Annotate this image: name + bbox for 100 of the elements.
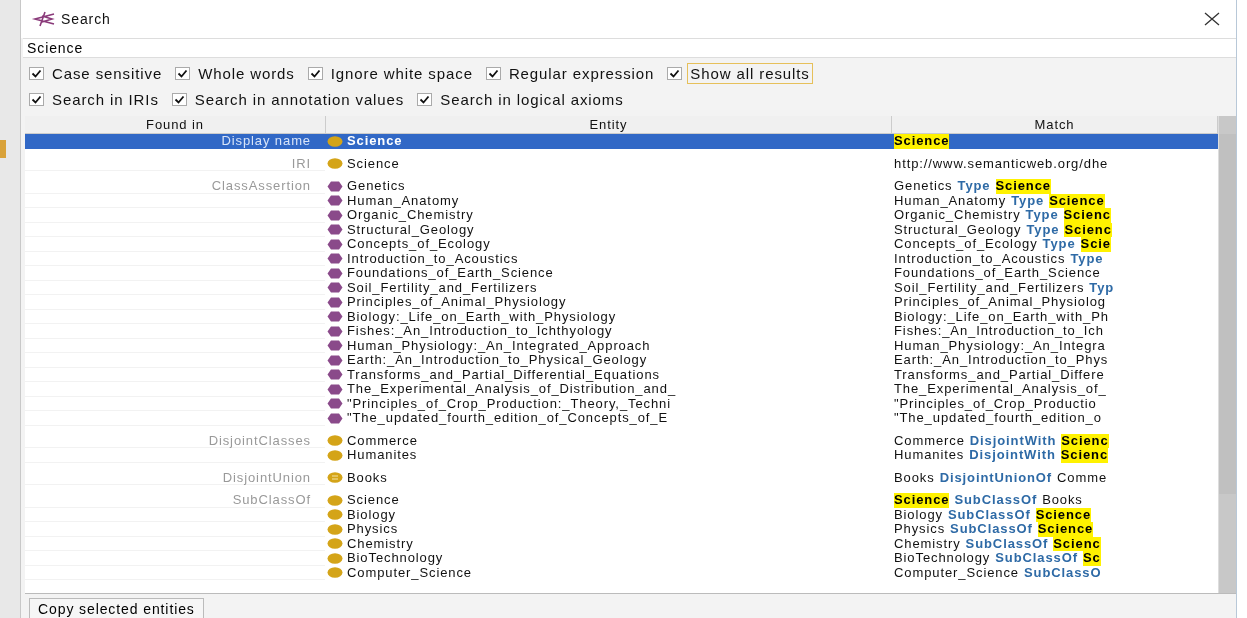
entity-name: "The_updated_fourth_edition_of_Concepts_of_E <box>347 411 669 426</box>
axiom-keyword: Type <box>957 179 991 194</box>
match-text: Human_Physiology:_An_Integra <box>894 338 1106 353</box>
entity-name: Commerce <box>347 433 418 448</box>
match-text: "Principles_of_Crop_Productio <box>894 396 1097 411</box>
option-label[interactable]: Search in annotation values <box>191 89 408 110</box>
axiom-keyword: SubClassOf <box>954 493 1038 508</box>
app-logo-icon <box>31 11 55 27</box>
checkbox[interactable] <box>417 93 433 106</box>
result-row[interactable]: Display name Science Science <box>25 134 1218 149</box>
option-label[interactable]: Ignore white space <box>327 63 476 84</box>
axiom-keyword: SubClassOf <box>995 551 1078 566</box>
entity-name: Computer_Science <box>347 565 472 580</box>
match-text: Biology:_Life_on_Earth_with_Ph <box>894 309 1109 324</box>
match-text: Books <box>894 470 935 485</box>
match-text: Chemistry <box>894 536 961 551</box>
entity-name: Books <box>347 470 388 485</box>
class-icon <box>327 435 343 447</box>
match-text: BioTechnology <box>894 551 991 566</box>
entity-name: Human_Physiology:_An_Integrated_Approach <box>347 338 651 353</box>
option-label[interactable]: Case sensitive <box>49 63 166 84</box>
scrollbar-thumb[interactable] <box>1219 134 1236 494</box>
axiom-keyword: DisjointWith <box>969 433 1057 448</box>
option-label[interactable]: Whole words <box>195 63 298 84</box>
axiom-keyword: Type <box>1070 251 1104 266</box>
found-in-label: Display name <box>221 133 311 148</box>
match-highlight: Sc <box>1082 551 1101 566</box>
entity-name: Concepts_of_Ecology <box>347 237 491 252</box>
match-text: Human_Anatomy <box>894 193 1007 208</box>
defined-class-icon <box>327 472 343 484</box>
entity-name: Physics <box>347 522 399 537</box>
match-text: Earth:_An_Introduction_to_Phys <box>894 353 1109 368</box>
class-icon <box>327 567 343 579</box>
entity-name: Genetics <box>347 179 406 194</box>
entity-name: Biology <box>347 507 396 522</box>
entity-name: Biology:_Life_on_Earth_with_Physiology <box>347 309 617 324</box>
class-icon <box>327 552 343 564</box>
tab-marker <box>0 140 6 158</box>
class-icon <box>327 494 343 506</box>
match-highlight: Science <box>995 179 1051 194</box>
entity-name: Chemistry <box>347 536 414 551</box>
checkbox[interactable] <box>667 67 683 80</box>
entity-name: Science <box>347 493 400 508</box>
entity-name: The_Experimental_Analysis_of_Distribution_and_ <box>347 382 676 397</box>
match-text: Fishes:_An_Introduction_to_Ich <box>894 324 1104 339</box>
entity-name: Fishes:_An_Introduction_to_Ichthyology <box>347 324 613 339</box>
entity-name: Principles_of_Animal_Physiology <box>347 295 567 310</box>
checkbox[interactable] <box>29 93 44 106</box>
entity-name: Science <box>347 134 403 149</box>
match-text: Organic_Chemistry <box>894 208 1021 223</box>
class-icon <box>327 449 343 461</box>
option-label[interactable]: Show all results <box>687 63 813 84</box>
axiom-keyword: Type <box>1042 237 1076 252</box>
axiom-keyword: Type <box>1025 208 1059 223</box>
found-in-label: IRI <box>291 155 311 171</box>
window-title: Search <box>61 11 112 27</box>
axiom-keyword: SubClassO <box>1023 565 1102 580</box>
entity-name: Introduction_to_Acoustics <box>347 251 519 266</box>
entity-name: Transforms_and_Partial_Differential_Equations <box>347 367 660 382</box>
axiom-keyword: Type <box>1026 222 1060 237</box>
checkbox[interactable] <box>175 67 191 80</box>
match-text: Comme <box>1057 470 1108 485</box>
axiom-keyword: SubClassOf <box>947 507 1031 522</box>
entity-name: BioTechnology <box>347 551 444 566</box>
option-label[interactable]: Search in logical axioms <box>437 89 627 110</box>
match-highlight: Scienc <box>1060 448 1109 463</box>
entity-name: Soil_Fertility_and_Fertilizers <box>347 280 538 295</box>
found-in-label: DisjointClasses <box>208 432 311 448</box>
class-icon <box>327 158 343 170</box>
match-text: The_Experimental_Analysis_of_ <box>894 382 1107 397</box>
axiom-keyword: SubClassOf <box>965 536 1049 551</box>
option-label[interactable]: Search in IRIs <box>49 89 162 110</box>
match-highlight: Science <box>894 134 950 149</box>
search-field[interactable]: Science <box>23 38 1236 58</box>
entity-name: Human_Anatomy <box>347 193 460 208</box>
match-text: http://www.semanticweb.org/dhe <box>894 156 1109 171</box>
axiom-keyword: DisjointUnionOf <box>939 470 1053 485</box>
match-text: Foundations_of_Earth_Science <box>894 266 1101 281</box>
checkbox[interactable] <box>307 67 323 80</box>
copy-button[interactable]: Copy selected entities <box>29 598 204 618</box>
match-text: Commerce <box>894 433 965 448</box>
entity-name: Humanites <box>347 448 418 463</box>
checkbox[interactable] <box>29 67 44 80</box>
match-text: Soil_Fertility_and_Fertilizers <box>894 280 1085 295</box>
entity-name: Organic_Chemistry <box>347 208 474 223</box>
entity-name: Foundations_of_Earth_Science <box>347 266 554 281</box>
match-text: Physics <box>894 522 946 537</box>
checkbox[interactable] <box>171 93 187 106</box>
match-text: Computer_Science <box>894 565 1019 580</box>
found-in-label: DisjointUnion <box>222 469 311 485</box>
found-in-label: ClassAssertion <box>211 178 311 193</box>
checkbox[interactable] <box>485 67 501 80</box>
found-in-label: SubClassOf <box>232 492 311 507</box>
axiom-keyword: SubClassOf <box>950 522 1033 537</box>
option-label[interactable]: Regular expression <box>505 63 658 84</box>
match-highlight: Science <box>1037 522 1094 537</box>
match-text: Concepts_of_Ecology <box>894 237 1038 252</box>
match-text: Structural_Geology <box>894 222 1022 237</box>
close-icon[interactable] <box>1204 12 1220 26</box>
match-text: Books <box>1042 493 1083 508</box>
